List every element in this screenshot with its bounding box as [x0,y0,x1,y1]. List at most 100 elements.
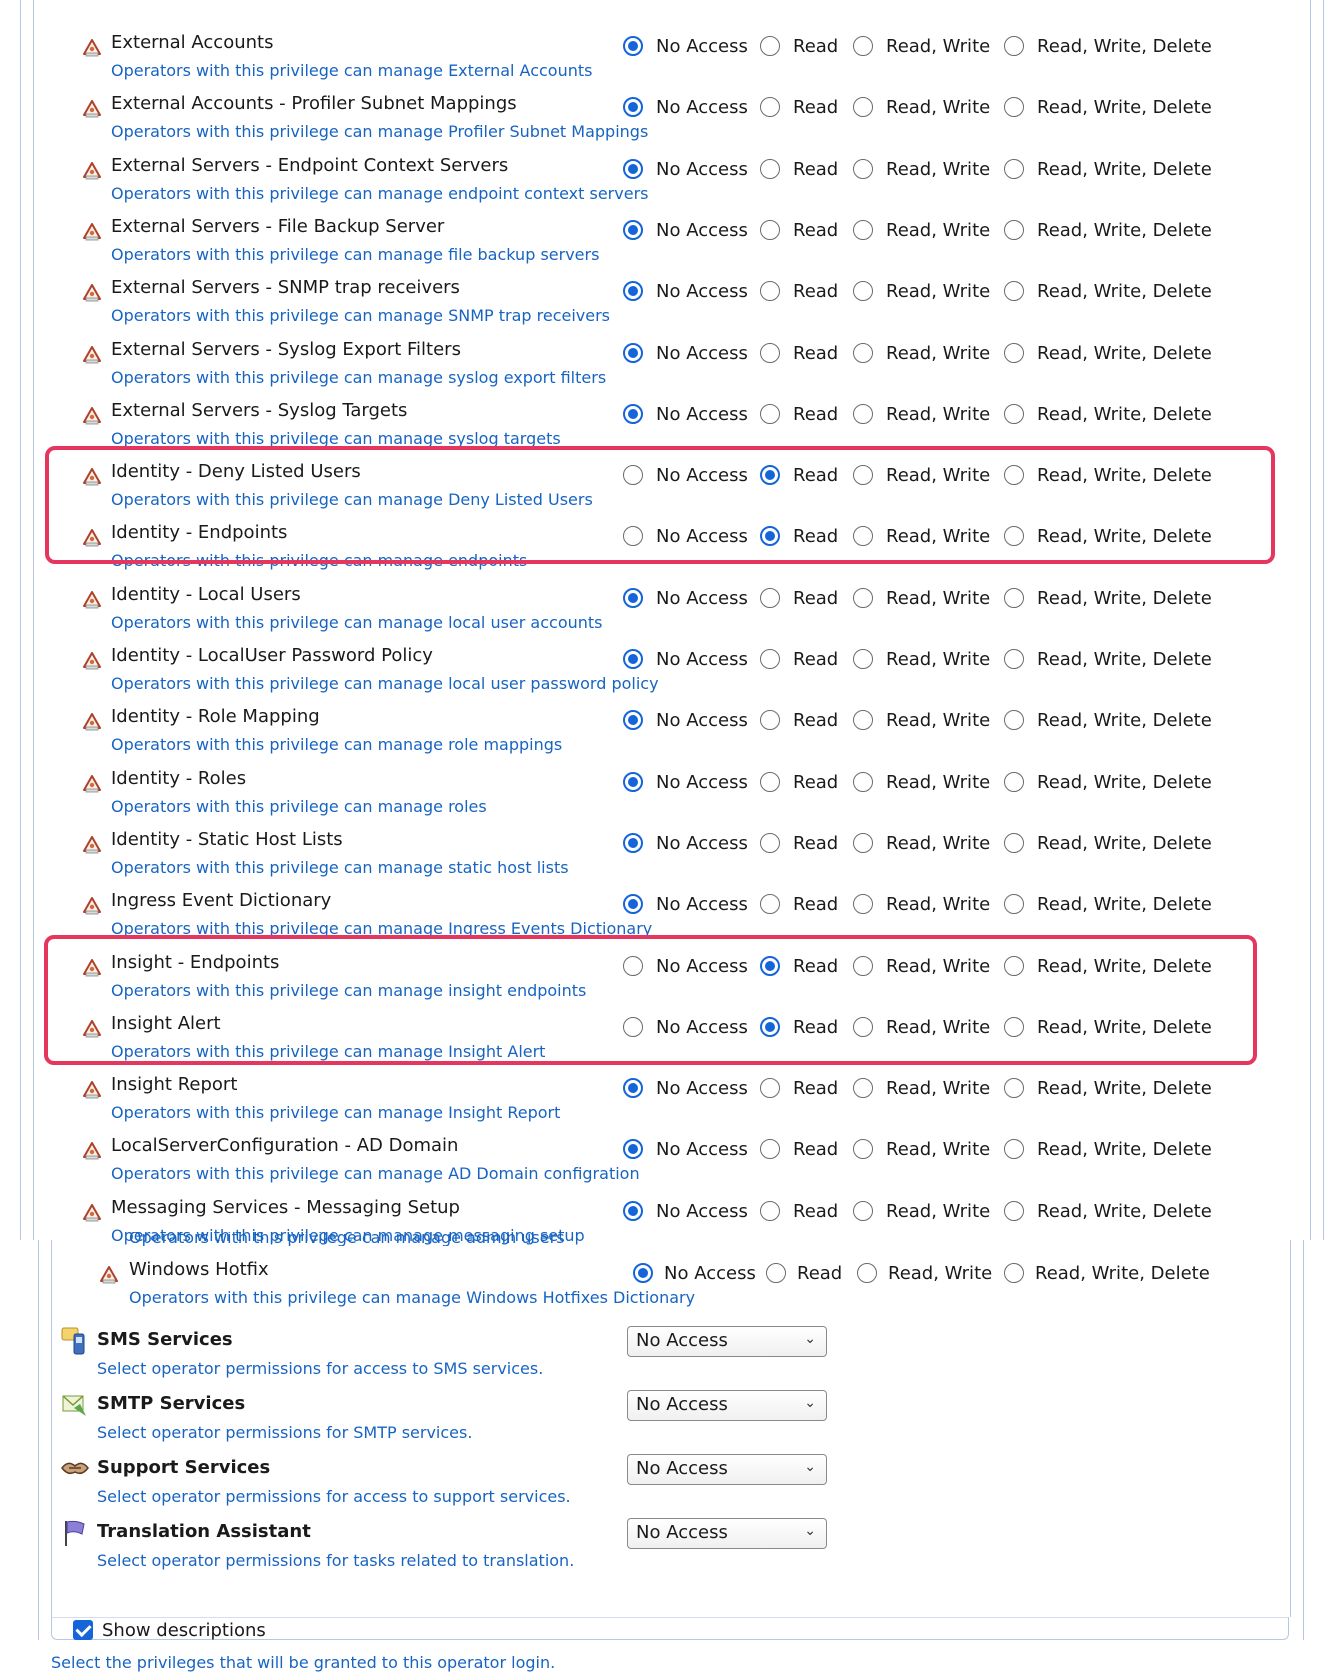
radio-no-access[interactable] [623,1201,643,1221]
radio-read-write-delete[interactable] [1004,1078,1024,1098]
radio-read-write[interactable] [853,281,873,301]
radio-label: Read [793,343,839,364]
radio-read-write[interactable] [853,710,873,730]
radio-no-access[interactable] [623,710,643,730]
support-icon [61,1462,89,1475]
radio-read-write-delete[interactable] [1004,588,1024,608]
service-title: SMS Services [97,1329,233,1350]
chevron-down-icon: ⌄ [804,1523,816,1539]
radio-no-access[interactable] [623,36,643,56]
radio-no-access[interactable] [623,772,643,792]
radio-read[interactable] [760,281,780,301]
radio-label: Read [793,894,839,915]
radio-read-write-delete[interactable] [1004,710,1024,730]
radio-no-access[interactable] [633,1263,653,1283]
radio-read-write-delete[interactable] [1004,649,1024,669]
chevron-down-icon: ⌄ [804,1459,816,1475]
radio-read-write-delete[interactable] [1004,894,1024,914]
radio-read[interactable] [760,220,780,240]
radio-read[interactable] [760,588,780,608]
radio-read[interactable] [760,894,780,914]
radio-no-access[interactable] [623,404,643,424]
radio-read[interactable] [760,1078,780,1098]
radio-read-write-delete[interactable] [1004,833,1024,853]
radio-read[interactable] [760,1139,780,1159]
radio-label: Read [793,588,839,609]
radio-read-write-delete[interactable] [1004,97,1024,117]
radio-read-write-delete[interactable] [1004,159,1024,179]
radio-read[interactable] [766,1263,786,1283]
radio-read-write[interactable] [853,220,873,240]
radio-read[interactable] [760,36,780,56]
privilege-row: External Servers - File Backup Server Ope… [0,210,1336,271]
radio-read-write-delete[interactable] [1004,36,1024,56]
radio-read-write[interactable] [853,97,873,117]
smtp-permission-select[interactable]: No Access ⌄ [627,1390,827,1421]
radio-read-write[interactable] [853,1139,873,1159]
radio-read[interactable] [760,97,780,117]
radio-label: No Access [656,710,748,731]
radio-no-access[interactable] [623,1078,643,1098]
privilege-description: Operators with this privilege can manage… [111,1103,561,1122]
radio-read-write[interactable] [853,833,873,853]
show-descriptions-checkbox[interactable] [73,1620,93,1640]
radio-label: Read [793,36,839,57]
radio-read-write[interactable] [857,1263,877,1283]
radio-read-write[interactable] [853,36,873,56]
radio-read-write-delete[interactable] [1004,1263,1024,1283]
privilege-description: Operators with this privilege can manage… [111,858,569,877]
radio-no-access[interactable] [623,343,643,363]
chevron-down-icon: ⌄ [804,1331,816,1347]
radio-no-access[interactable] [623,833,643,853]
radio-read[interactable] [760,404,780,424]
radio-read-write[interactable] [853,588,873,608]
radio-label: Read [793,281,839,302]
radio-read[interactable] [760,772,780,792]
radio-no-access[interactable] [623,97,643,117]
radio-label: Read [793,1139,839,1160]
radio-read-write[interactable] [853,894,873,914]
radio-read-write-delete[interactable] [1004,1201,1024,1221]
privilege-icon [83,1204,101,1222]
radio-read[interactable] [760,1201,780,1221]
radio-label: No Access [656,772,748,793]
privilege-row: Identity - Static Host Lists Operators wi… [0,823,1336,884]
privilege-icon [83,346,101,364]
sms-permission-select[interactable]: No Access ⌄ [627,1326,827,1357]
radio-read-write[interactable] [853,649,873,669]
radio-no-access[interactable] [623,649,643,669]
radio-read-write[interactable] [853,772,873,792]
radio-read[interactable] [760,159,780,179]
radio-read-write-delete[interactable] [1004,343,1024,363]
privilege-description: Operators with this privilege can manage… [111,1164,640,1183]
radio-read-write[interactable] [853,404,873,424]
radio-read-write[interactable] [853,1201,873,1221]
radio-read-write-delete[interactable] [1004,281,1024,301]
radio-no-access[interactable] [623,220,643,240]
radio-read-write-delete[interactable] [1004,1139,1024,1159]
radio-read-write[interactable] [853,1078,873,1098]
smtp-icon [62,1395,86,1416]
radio-read-write[interactable] [853,159,873,179]
radio-label: No Access [656,588,748,609]
radio-read-write-delete[interactable] [1004,404,1024,424]
privilege-row: External Accounts - Profiler Subnet Mapp… [0,87,1336,148]
privilege-row: Identity - Role Mapping Operators with th… [0,700,1336,761]
radio-no-access[interactable] [623,281,643,301]
show-descriptions-label: Show descriptions [102,1620,266,1641]
radio-no-access[interactable] [623,159,643,179]
privilege-row: Insight Report Operators with this privil… [0,1068,1336,1129]
radio-read[interactable] [760,649,780,669]
translation-permission-select[interactable]: No Access ⌄ [627,1518,827,1549]
privilege-title: Identity - LocalUser Password Policy [111,645,433,666]
radio-read[interactable] [760,343,780,363]
radio-read-write-delete[interactable] [1004,220,1024,240]
radio-read-write[interactable] [853,343,873,363]
radio-no-access[interactable] [623,588,643,608]
radio-no-access[interactable] [623,894,643,914]
radio-read-write-delete[interactable] [1004,772,1024,792]
support-permission-select[interactable]: No Access ⌄ [627,1454,827,1485]
radio-read[interactable] [760,833,780,853]
radio-no-access[interactable] [623,1139,643,1159]
radio-read[interactable] [760,710,780,730]
